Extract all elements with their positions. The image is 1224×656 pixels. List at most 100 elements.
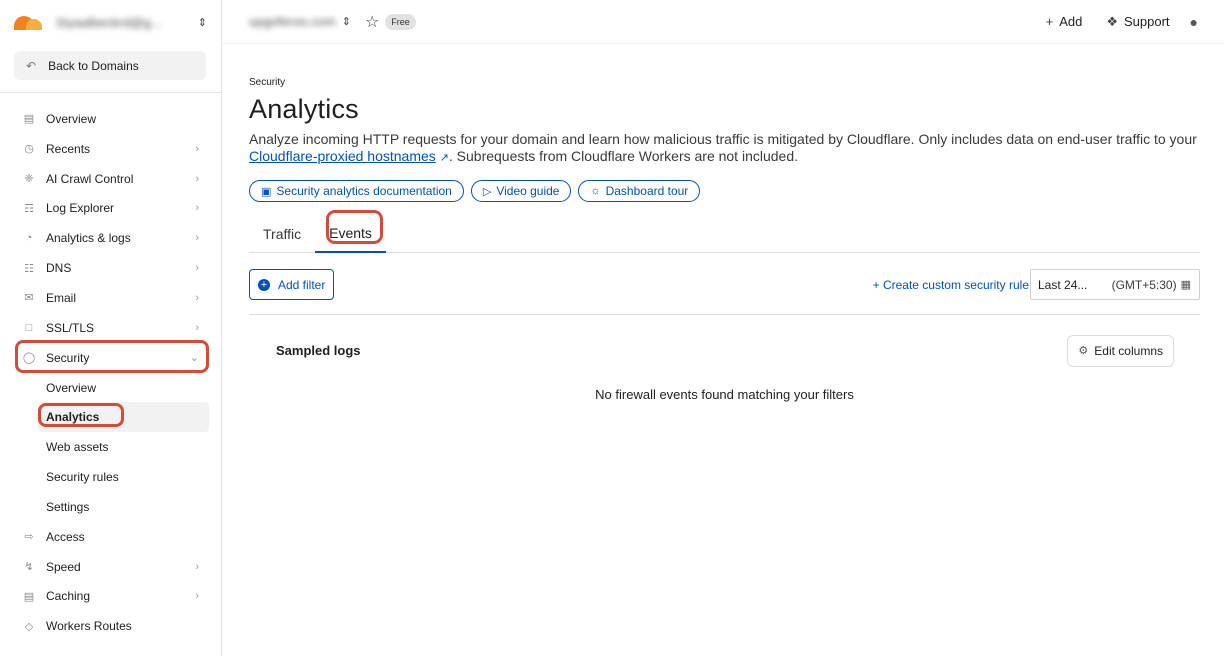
account-switcher[interactable]: Siyaalbeckrd@g... ⇕ — [0, 0, 221, 44]
create-custom-rule-link[interactable]: + Create custom security rule — [873, 278, 1029, 292]
user-icon[interactable]: ● — [1190, 14, 1198, 30]
star-icon[interactable]: ☆ — [365, 12, 379, 32]
mail-icon: ✉ — [24, 292, 34, 305]
plus-circle-icon: + — [258, 278, 270, 291]
sidebar-item-dns[interactable]: ☷ DNS › — [0, 253, 221, 283]
code-icon: ◇ — [24, 620, 34, 633]
sidebar-item-caching[interactable]: ▤ Caching › — [0, 582, 221, 612]
support-label: Support — [1123, 14, 1170, 29]
cache-icon: ▤ — [23, 590, 35, 603]
sidebar-item-label: Email — [46, 290, 77, 305]
top-bar: upgoferoo.com ⇕ ☆ Free + Add ❖ Support ● — [222, 0, 1224, 44]
sidebar-subitem-label: Security rules — [46, 470, 119, 485]
sidebar-item-workers-routes[interactable]: ◇ Workers Routes — [0, 611, 221, 641]
sidebar-item-analytics-logs[interactable]: ◔ Analytics & logs › — [0, 223, 221, 253]
cloudflare-logo-icon — [12, 14, 42, 30]
main-content: Security Analytics Analyze incoming HTTP… — [249, 44, 1200, 402]
sidebar-item-access[interactable]: ⇨ Access — [0, 522, 221, 552]
back-to-domains-button[interactable]: ↶ Back to Domains — [14, 51, 206, 80]
sidebar-subitem-security-analytics[interactable]: Analytics — [38, 402, 209, 433]
sidebar-item-label: Analytics & logs — [46, 231, 131, 246]
edit-columns-label: Edit columns — [1094, 343, 1163, 358]
sidebar-item-label: Security — [46, 350, 90, 365]
plus-icon: + — [872, 277, 883, 292]
filter-row: + Add filter + Create custom security ru… — [249, 269, 1200, 300]
plan-badge: Free — [385, 13, 416, 30]
sidebar-item-label: Access — [46, 529, 85, 544]
page-description: Analyze incoming HTTP requests for your … — [249, 131, 1200, 167]
sidebar-subitem-label: Overview — [46, 380, 97, 395]
pill-label: Security analytics documentation — [276, 184, 452, 198]
add-filter-button[interactable]: + Add filter — [249, 269, 335, 300]
chevron-right-icon: › — [195, 560, 199, 573]
proxied-hostnames-link[interactable]: Cloudflare-proxied hostnames — [249, 148, 436, 164]
timezone-label: (GMT+5:30) — [1111, 277, 1177, 292]
gear-icon: ⚙ — [1078, 345, 1089, 357]
pill-label: Video guide — [496, 184, 560, 198]
sidebar-item-label: Recents — [46, 141, 91, 156]
chevron-right-icon: › — [195, 291, 199, 304]
document-icon: ▤ — [23, 113, 35, 126]
book-icon: ▣ — [261, 185, 272, 198]
create-custom-rule-label: Create custom security rule — [882, 277, 1029, 292]
sidebar-subitem-label: Analytics — [46, 410, 100, 425]
lightbulb-icon: ☼ — [590, 185, 601, 197]
sidebar-item-ai-crawl-control[interactable]: ❈ AI Crawl Control › — [0, 164, 221, 194]
sidebar-item-label: Caching — [46, 589, 91, 604]
sidebar-subitem-security-rules[interactable]: Security rules — [0, 462, 221, 492]
description-text-end: . Subrequests from Cloudflare Workers ar… — [448, 148, 799, 164]
sidebar-subitem-security-overview[interactable]: Overview — [0, 373, 221, 403]
sidebar-subitem-label: Web assets — [46, 440, 109, 455]
sidebar-item-label: Log Explorer — [46, 201, 115, 216]
lock-icon: □ — [25, 321, 33, 334]
sampled-logs-header: Sampled logs ⚙ Edit columns — [249, 334, 1200, 367]
sidebar-item-email[interactable]: ✉ Email › — [0, 283, 221, 313]
sidebar-subitem-settings[interactable]: Settings — [0, 492, 221, 522]
edit-columns-button[interactable]: ⚙ Edit columns — [1067, 334, 1174, 367]
sidebar-item-security[interactable]: ◯ Security ⌄ — [0, 343, 221, 373]
domain-name[interactable]: upgoferoo.com — [249, 14, 336, 29]
crawl-icon: ❈ — [24, 173, 34, 186]
log-icon: ☶ — [24, 202, 34, 215]
sidebar-item-ssl-tls[interactable]: □ SSL/TLS › — [0, 313, 221, 343]
chevron-right-icon: › — [195, 232, 199, 245]
date-range-value: Last 24... — [1038, 277, 1088, 292]
sidebar-subitem-web-assets[interactable]: Web assets — [0, 432, 221, 462]
sidebar-item-label: DNS — [46, 261, 72, 276]
shield-icon: ◯ — [22, 352, 36, 365]
sidebar-item-recents[interactable]: ◷ Recents › — [0, 134, 221, 164]
date-range-picker[interactable]: Last 24... (GMT+5:30) ▦ — [1030, 269, 1200, 300]
support-button[interactable]: ❖ Support — [1106, 14, 1169, 30]
domain-switch-icon[interactable]: ⇕ — [342, 15, 351, 28]
add-button[interactable]: + Add — [1046, 14, 1083, 29]
tab-bar: Traffic Events — [249, 210, 1200, 253]
sidebar-item-log-explorer[interactable]: ☶ Log Explorer › — [0, 194, 221, 224]
chevron-down-icon: ⌄ — [189, 352, 199, 365]
help-icon: ❖ — [1106, 13, 1118, 29]
network-icon: ☷ — [24, 262, 34, 275]
dashboard-tour-button[interactable]: ☼ Dashboard tour — [578, 180, 701, 202]
chevron-right-icon: › — [195, 202, 199, 215]
calendar-icon: ▦ — [1180, 279, 1191, 291]
logs-divider — [249, 314, 1200, 315]
sidebar-item-label: SSL/TLS — [46, 320, 95, 335]
sidebar: Siyaalbeckrd@g... ⇕ ↶ Back to Domains ▤ … — [0, 0, 222, 656]
page-title: Analytics — [249, 94, 359, 124]
sidebar-subitem-label: Settings — [46, 499, 90, 514]
sidebar-nav: ▤ Overview ◷ Recents › ❈ AI Crawl Contro… — [0, 93, 221, 641]
sidebar-item-overview[interactable]: ▤ Overview — [0, 104, 221, 134]
account-name: Siyaalbeckrd@g... — [56, 14, 162, 30]
tab-events[interactable]: Events — [315, 216, 386, 253]
tab-traffic[interactable]: Traffic — [249, 216, 315, 252]
sidebar-item-label: AI Crawl Control — [46, 171, 134, 186]
chevron-right-icon: › — [195, 142, 199, 155]
sidebar-item-label: Workers Routes — [46, 619, 132, 634]
play-icon: ▷ — [482, 185, 492, 198]
security-docs-button[interactable]: ▣ Security analytics documentation — [249, 180, 464, 202]
updown-chevron-icon[interactable]: ⇕ — [198, 16, 207, 29]
bolt-icon: ↯ — [24, 561, 34, 574]
empty-state-message: No firewall events found matching your f… — [595, 387, 854, 402]
video-guide-button[interactable]: ▷ Video guide — [470, 180, 572, 202]
sidebar-item-speed[interactable]: ↯ Speed › — [0, 552, 221, 582]
chevron-right-icon: › — [195, 590, 199, 603]
